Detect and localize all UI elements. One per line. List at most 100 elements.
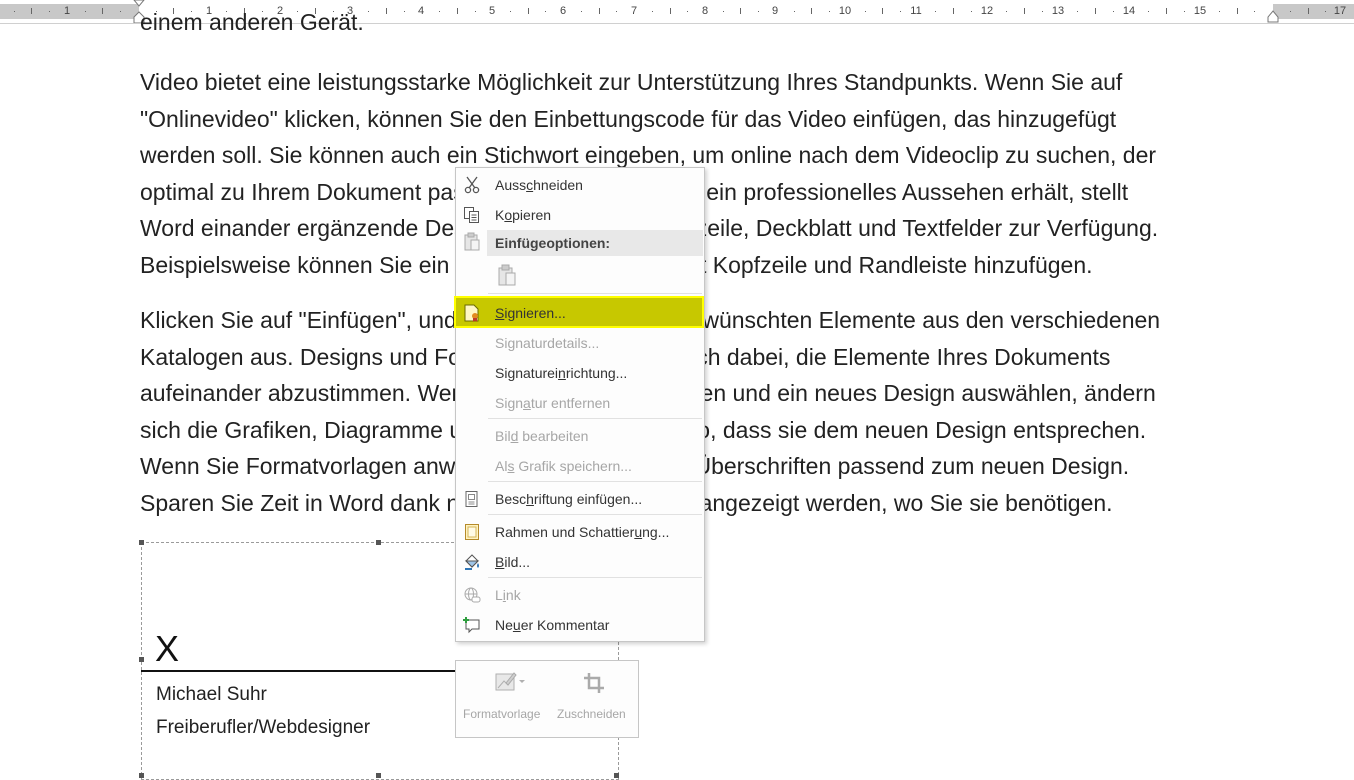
- style-button[interactable]: Formatvorlage: [456, 661, 556, 737]
- menu-item-copy[interactable]: Kopieren: [457, 200, 703, 230]
- ruler-tick: [1290, 11, 1291, 12]
- picture-style-icon: [495, 672, 525, 691]
- label-part: bearbeiten: [518, 428, 589, 444]
- text-line: Beispielsweise können Sie ein passendes …: [140, 251, 1093, 278]
- label-part: ignieren...: [504, 305, 566, 321]
- menu-item-signature-setup[interactable]: Signatureinrichtung...: [457, 358, 703, 388]
- crop-label: Zuschneiden: [557, 707, 626, 721]
- resize-handle[interactable]: [139, 540, 144, 545]
- label-accelerator: u: [512, 617, 521, 633]
- signature-x-mark: X: [155, 628, 180, 669]
- paint-bucket-icon: [464, 554, 480, 570]
- copy-icon: [464, 207, 479, 223]
- crop-icon: [584, 673, 604, 693]
- label-part: L: [495, 587, 503, 603]
- paste-options-header: Einfügeoptionen:: [487, 230, 703, 256]
- label-part: Signaturei: [495, 365, 559, 381]
- menu-item-link[interactable]: Link: [457, 580, 703, 610]
- text-line: Word einander ergänzende Designs für Kop…: [140, 215, 1159, 241]
- label-part: nk: [505, 587, 521, 603]
- ruler-number: 17: [1333, 5, 1347, 17]
- signer-name: Michael Suhr: [156, 684, 267, 705]
- text-line: "Onlinevideo" klicken, können Sie den Ei…: [140, 105, 1117, 132]
- paragraph-1[interactable]: Video bietet eine leistungsstarke Möglic…: [140, 64, 1270, 283]
- menu-item-cut[interactable]: Ausschneiden: [457, 170, 703, 200]
- signature-line: [141, 670, 461, 672]
- ruler-tick: [14, 11, 15, 12]
- resize-handle[interactable]: [376, 540, 381, 545]
- paragraph-2[interactable]: Klicken Sie auf "Einfügen", und wählen S…: [140, 302, 1270, 521]
- ruler-tick: [31, 8, 32, 14]
- label-part: Al: [495, 458, 508, 474]
- resize-handle[interactable]: [614, 773, 619, 778]
- menu-item-save-as-picture[interactable]: Als Grafik speichern...: [457, 451, 703, 481]
- caption-icon: [465, 491, 478, 507]
- text-line: optimal zu Ihrem Dokument passt. Damit I…: [140, 178, 1129, 205]
- document-line-top: einem anderen Gerät.: [140, 8, 1270, 41]
- label-part: naturdetails...: [515, 335, 600, 351]
- label-part: richtung...: [565, 365, 628, 381]
- label-accelerator: u: [634, 524, 643, 540]
- label-part: tur entfernen: [530, 395, 611, 411]
- label-part: ng...: [642, 524, 670, 540]
- label-part: K: [495, 207, 505, 223]
- paste-icon: [464, 232, 480, 251]
- label-accelerator: a: [523, 395, 531, 411]
- ruler-tick: [1325, 11, 1326, 12]
- label-part: pieren: [512, 207, 552, 223]
- ruler-tick: [85, 11, 86, 12]
- menu-separator: [488, 481, 702, 482]
- text-line: Katalogen aus. Designs und Formatvorlage…: [140, 343, 1111, 370]
- label-part: Besc: [495, 491, 527, 507]
- signature-document-icon: [464, 304, 479, 322]
- menu-item-borders-shading[interactable]: Rahmen und Schattierung...: [457, 517, 703, 547]
- label-part: Grafik speichern...: [514, 458, 632, 474]
- resize-handle[interactable]: [139, 657, 144, 662]
- menu-item-signature-details[interactable]: Signaturdetails...: [457, 328, 703, 358]
- borders-shading-icon: [465, 524, 479, 540]
- scissors-icon: [464, 176, 480, 194]
- label-part: Sign: [495, 395, 524, 411]
- ruler-tick: [1308, 8, 1309, 14]
- label-part: Bil: [495, 428, 511, 444]
- text-line: Sparen Sie Zeit in Word dank neuer Schal…: [140, 489, 1113, 516]
- style-label: Formatvorlage: [463, 707, 541, 721]
- context-menu: Ausschneiden Kopieren Einfügeoptionen: S…: [454, 167, 705, 642]
- menu-item-picture[interactable]: Bild...: [457, 547, 703, 577]
- paragraph-text: einem anderen Gerät.: [140, 9, 364, 35]
- menu-separator: [488, 577, 702, 578]
- resize-handle[interactable]: [139, 773, 144, 778]
- menu-item-remove-signature[interactable]: Signatur entfernen: [457, 388, 703, 418]
- menu-item-sign[interactable]: Signieren...: [457, 298, 703, 328]
- menu-item-edit-picture[interactable]: Bild bearbeiten: [457, 421, 703, 451]
- label-accelerator: B: [495, 554, 505, 570]
- label-part: riftung einfügen...: [533, 491, 643, 507]
- crop-button[interactable]: Zuschneiden: [556, 661, 638, 737]
- label-part: Ne: [495, 617, 513, 633]
- menu-item-new-comment[interactable]: Neuer Kommentar: [457, 610, 703, 640]
- menu-separator: [488, 514, 702, 515]
- label-part: Auss: [495, 177, 527, 193]
- label-part: Si: [495, 335, 508, 351]
- ruler-number: 1: [63, 5, 71, 17]
- link-globe-icon: [464, 587, 481, 603]
- text-line: Video bietet eine leistungsstarke Möglic…: [140, 69, 1123, 95]
- paste-keep-source-icon[interactable]: [497, 264, 519, 288]
- text-line: werden soll. Sie können auch ein Stichwo…: [140, 142, 1157, 168]
- menu-item-insert-caption[interactable]: Beschriftung einfügen...: [457, 484, 703, 514]
- label-accelerator: o: [504, 207, 513, 223]
- ruler-tick: [102, 8, 103, 14]
- menu-separator: [488, 293, 702, 294]
- signer-title: Freiberufler/Webdesigner: [156, 717, 371, 738]
- label-part: hneiden: [533, 177, 583, 193]
- label-part: er Kommentar: [520, 617, 610, 633]
- label-accelerator: S: [495, 305, 505, 321]
- label-accelerator: h: [526, 491, 534, 507]
- mini-toolbar: Formatvorlage Zuschneiden: [455, 660, 639, 738]
- resize-handle[interactable]: [376, 773, 381, 778]
- text-line: sich die Grafiken, Diagramme und SmartAr…: [140, 416, 1147, 443]
- new-comment-icon: [463, 617, 480, 634]
- paste-options-label: Einfügeoptionen:: [495, 235, 611, 251]
- text-line: Wenn Sie Formatvorlagen anwenden, ändern…: [140, 453, 1130, 479]
- ruler-tick: [49, 11, 50, 12]
